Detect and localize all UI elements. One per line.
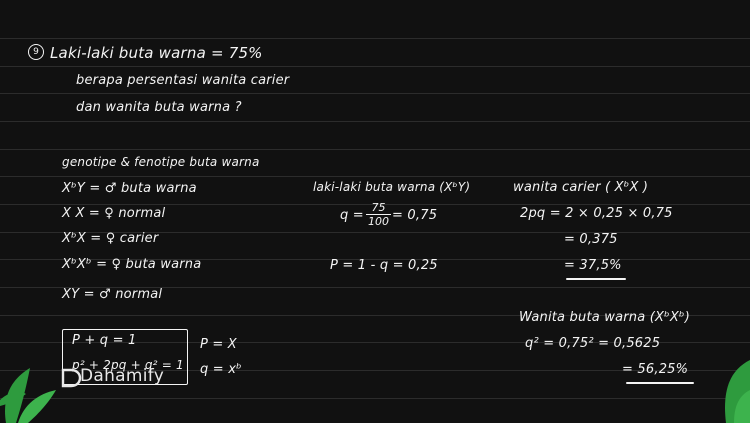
male-q-prefix: q = bbox=[340, 208, 364, 223]
genotype-row: XᵇX = ♀ carier bbox=[62, 231, 159, 246]
ruled-line bbox=[0, 398, 750, 399]
ruled-line bbox=[0, 93, 750, 94]
question-line-3: dan wanita buta warna ? bbox=[76, 100, 242, 115]
male-q-numerator: 75 bbox=[366, 201, 391, 215]
colorblind-line-1: q² = 0,75² = 0,5625 bbox=[525, 336, 661, 351]
colorblind-answer-underline bbox=[626, 382, 694, 384]
formula-line-1: P + q = 1 bbox=[72, 333, 137, 348]
carrier-line-1: 2pq = 2 × 0,25 × 0,75 bbox=[520, 206, 673, 221]
male-heading: laki-laki buta warna (XᵇY) bbox=[313, 180, 471, 194]
question-number: 9 bbox=[28, 44, 44, 60]
leaf-decoration-right-icon bbox=[725, 360, 750, 423]
genotype-row: XᵇY = ♂ buta warna bbox=[62, 181, 197, 196]
colorblind-line-2: = 56,25% bbox=[622, 362, 689, 377]
colorblind-heading: Wanita buta warna (XᵇXᵇ) bbox=[519, 310, 691, 325]
male-p-line: P = 1 - q = 0,25 bbox=[330, 258, 438, 273]
genotype-row: XY = ♂ normal bbox=[62, 287, 163, 302]
note-sheet: 9 Laki-laki buta warna = 75% berapa pers… bbox=[0, 0, 750, 423]
ruled-line bbox=[0, 38, 750, 39]
p-definition: P = X bbox=[200, 337, 237, 352]
ruled-line bbox=[0, 121, 750, 122]
question-line-2: berapa persentasi wanita carier bbox=[76, 73, 290, 88]
genotype-row: X X = ♀ normal bbox=[62, 206, 166, 221]
leaf-decoration-left-icon bbox=[0, 368, 56, 423]
ruled-line bbox=[0, 149, 750, 150]
genotype-row: XᵇXᵇ = ♀ buta warna bbox=[62, 257, 202, 272]
ruled-line bbox=[0, 176, 750, 177]
q-definition: q = xᵇ bbox=[200, 362, 242, 377]
carrier-line-3: = 37,5% bbox=[564, 258, 622, 273]
male-q-fraction: 75 100 bbox=[366, 201, 391, 228]
brand-logo-text: Dahamify bbox=[80, 366, 165, 386]
genotype-heading: genotipe & fenotipe buta warna bbox=[62, 155, 260, 169]
carrier-answer-underline bbox=[566, 278, 626, 280]
male-q-denominator: 100 bbox=[368, 215, 389, 228]
ruled-line bbox=[0, 66, 750, 67]
question-line-1: Laki-laki buta warna = 75% bbox=[50, 44, 263, 62]
male-q-result: = 0,75 bbox=[392, 208, 438, 223]
carrier-heading: wanita carier ( XᵇX ) bbox=[513, 180, 649, 195]
brand-logo-icon bbox=[61, 368, 82, 388]
carrier-line-2: = 0,375 bbox=[564, 232, 618, 247]
